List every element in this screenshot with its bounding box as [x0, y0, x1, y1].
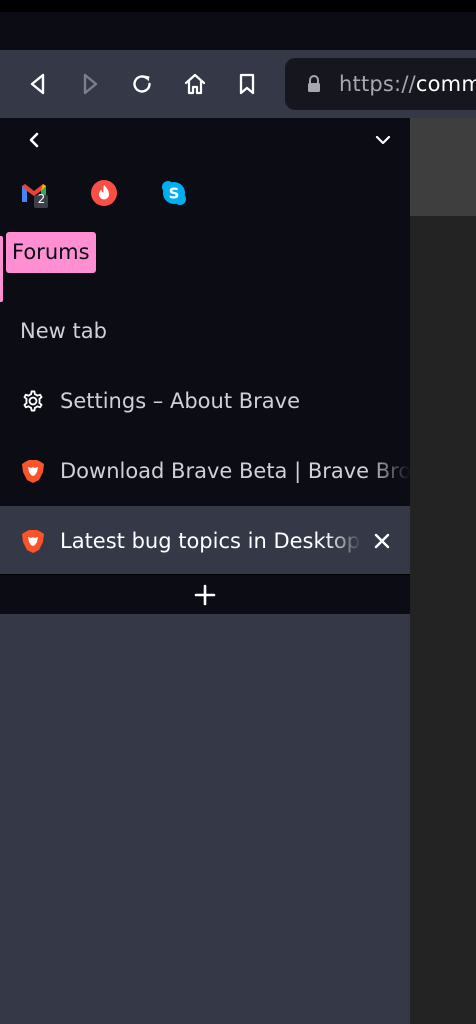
forward-arrow-icon [83, 73, 98, 95]
back-button[interactable] [20, 66, 56, 102]
pinned-tab-gmail[interactable]: 2 [19, 178, 49, 208]
tab-strip [0, 12, 476, 50]
tab-title: New tab [20, 318, 107, 343]
close-icon [374, 533, 390, 548]
page-content [410, 118, 476, 1024]
tab-title: Latest bug topics in Desktop Support [60, 528, 362, 553]
bookmark-button[interactable] [229, 66, 265, 102]
skype-icon: S [162, 181, 186, 205]
tab-title: Settings – About Brave [60, 388, 301, 413]
expand-menu-button[interactable] [369, 126, 397, 154]
gear-icon [20, 388, 46, 414]
back-arrow-icon [30, 73, 45, 95]
page-content-header [410, 118, 476, 216]
vertical-tabs-sidebar: 2 S Forums New tab Settings – About Brav… [0, 118, 410, 1024]
url-host: comm [415, 72, 476, 96]
tab-group-indicator [0, 236, 3, 302]
tab-item-new-tab[interactable]: New tab [0, 296, 410, 365]
tab-title: Download Brave Beta | Brave Browser [60, 458, 410, 483]
brave-lion-icon [20, 458, 46, 484]
home-button[interactable] [177, 66, 213, 102]
new-tab-button[interactable] [0, 574, 410, 614]
pinned-tab-tinder[interactable] [89, 178, 119, 208]
gmail-unread-badge: 2 [37, 192, 46, 206]
plus-icon [194, 584, 216, 605]
forward-button[interactable] [72, 66, 108, 102]
tab-item-latest-bug-topics[interactable]: Latest bug topics in Desktop Support [0, 506, 410, 575]
tab-item-download-brave-beta[interactable]: Download Brave Beta | Brave Browser [0, 436, 410, 505]
chevron-left-icon [29, 132, 39, 148]
tab-list-panel: 2 S Forums New tab Settings – About Brav… [0, 118, 410, 614]
pinned-tab-skype[interactable]: S [159, 178, 189, 208]
tinder-icon [91, 180, 117, 206]
home-icon [184, 73, 206, 95]
lock-icon [305, 75, 323, 93]
tab-group-label[interactable]: Forums [6, 232, 96, 273]
collapse-sidebar-button[interactable] [20, 126, 48, 154]
system-status-bar [0, 0, 476, 12]
tab-item-settings[interactable]: Settings – About Brave [0, 366, 410, 435]
url-text: https://comm [339, 72, 476, 96]
reload-icon [133, 75, 151, 93]
address-bar[interactable]: https://comm [285, 58, 476, 110]
chevron-down-icon [375, 135, 391, 145]
browser-toolbar: https://comm [0, 50, 476, 118]
bookmark-icon [239, 73, 255, 95]
reload-button[interactable] [124, 66, 160, 102]
svg-text:S: S [169, 185, 180, 203]
close-tab-button[interactable] [362, 521, 402, 561]
url-scheme: https:// [339, 72, 416, 96]
brave-lion-icon [20, 528, 46, 554]
